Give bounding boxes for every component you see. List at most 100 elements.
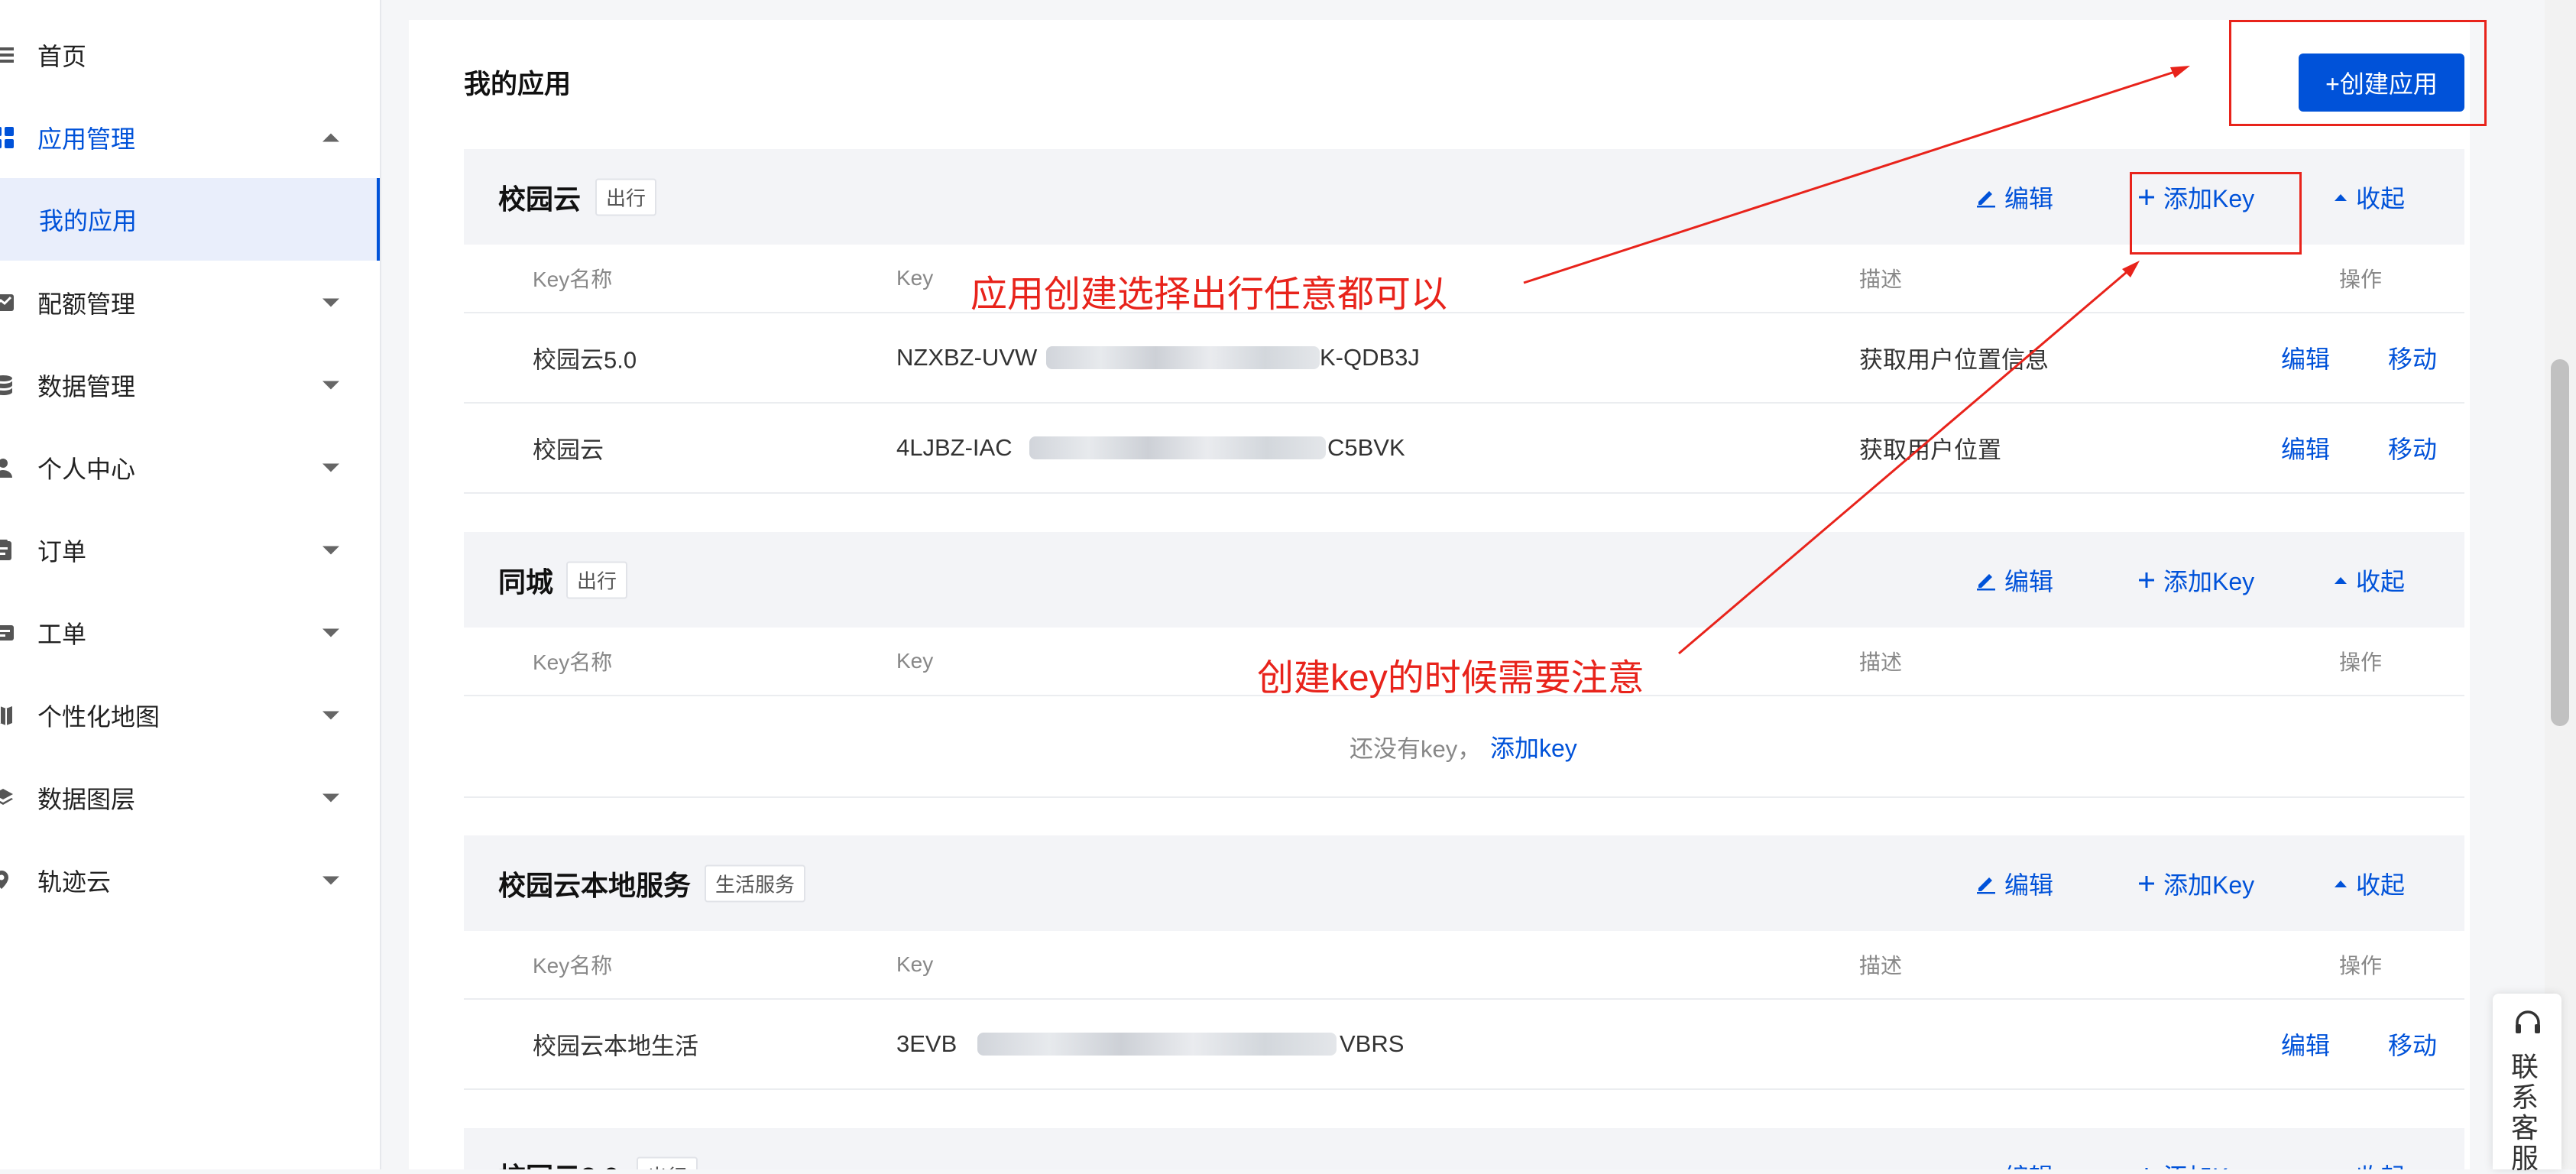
app-name: 校园云3.0: [498, 1156, 619, 1169]
col-desc: 描述: [1859, 954, 1903, 978]
sidebar-item-quota[interactable]: 配额管理: [0, 264, 380, 341]
key-value-start: 4LJBZ-IAC: [896, 434, 1013, 461]
sidebar-item-home[interactable]: 首页: [0, 17, 380, 93]
pencil-icon: [1977, 877, 1995, 893]
sidebar-item-label: 配额管理: [37, 290, 136, 318]
pencil-icon: [1975, 1165, 1997, 1169]
annotation-box-create-app: [2229, 20, 2487, 126]
annotation-text-category: 应用创建选择出行任意都可以: [970, 274, 1448, 315]
order-icon: [0, 540, 11, 560]
plus-icon: [2139, 572, 2154, 588]
chevron-down-icon: [322, 381, 339, 390]
edit-label: 编辑: [2004, 871, 2054, 899]
col-desc: 描述: [1859, 268, 1903, 291]
col-key-name: Key名称: [533, 650, 613, 674]
layers-icon: [0, 789, 13, 805]
edit-app-button[interactable]: 编辑: [1975, 866, 2053, 901]
caret-up-icon: [2335, 193, 2347, 201]
chevron-down-icon: [322, 711, 339, 720]
col-key-name: Key名称: [533, 268, 613, 291]
sidebar-item-my-apps[interactable]: 我的应用: [0, 178, 380, 261]
col-key: Key: [896, 649, 934, 673]
col-op: 操作: [2339, 650, 2383, 674]
collapse-label: 收起: [2356, 1158, 2405, 1169]
key-name: 校园云本地生活: [533, 1033, 698, 1060]
chevron-up-icon: [322, 133, 339, 142]
app-card-header: 同城 出行 编辑 添加Key 收起: [464, 532, 2464, 628]
sidebar-item-label: 个性化地图: [37, 703, 160, 731]
edit-app-button[interactable]: 编辑: [1975, 1158, 2053, 1169]
sidebar-item-custom-map[interactable]: 个性化地图: [0, 677, 380, 754]
edit-app-button[interactable]: 编辑: [1975, 563, 2053, 598]
key-value-end: K-QDB3J: [1320, 344, 1420, 371]
sidebar: 首页 应用管理 我的应用 配额管理 数据管理 个人中心 订单 工单 个性化地图 …: [0, 0, 381, 1169]
add-key-label: 添加Key: [2163, 1158, 2254, 1169]
list-icon: [0, 47, 14, 63]
table-row: 校园云本地生活 3EVB VBRS 编辑 移动: [464, 1000, 2464, 1090]
chevron-down-icon: [322, 628, 339, 637]
contact-service-label: 联系客服: [2511, 1051, 2539, 1174]
contact-service-button[interactable]: 联系客服: [2493, 994, 2561, 1174]
pencil-icon: [1977, 573, 1995, 590]
key-redaction: [977, 1033, 1337, 1056]
add-key-link[interactable]: 添加key: [1490, 729, 1577, 764]
collapse-button[interactable]: 收起: [2333, 563, 2405, 598]
col-op: 操作: [2339, 954, 2383, 978]
sidebar-item-label: 数据图层: [37, 786, 136, 813]
pencil-icon: [1977, 190, 1995, 207]
sidebar-item-label: 个人中心: [37, 456, 136, 483]
sidebar-item-data[interactable]: 数据管理: [0, 347, 380, 423]
sidebar-item-track-cloud[interactable]: 轨迹云: [0, 842, 380, 919]
edit-key-link[interactable]: 编辑: [2281, 340, 2330, 375]
sidebar-item-personal[interactable]: 个人中心: [0, 430, 380, 506]
edit-key-link[interactable]: 编辑: [2281, 430, 2330, 465]
app-tag: 出行: [566, 561, 628, 598]
app-name: 校园云本地服务: [498, 869, 692, 901]
collapse-button[interactable]: 收起: [2333, 180, 2405, 215]
key-desc: 获取用户位置信息: [1859, 346, 2049, 374]
chart-icon: [0, 294, 14, 311]
edit-label: 编辑: [2004, 567, 2054, 595]
key-redaction: [1029, 436, 1326, 459]
page-title: 我的应用: [464, 70, 572, 99]
scrollbar-thumb[interactable]: [2551, 359, 2569, 726]
key-desc: 获取用户位置: [1859, 436, 2001, 464]
caret-up-icon: [2335, 576, 2347, 584]
sidebar-item-label: 应用管理: [37, 125, 136, 153]
edit-label: 编辑: [2004, 184, 2054, 212]
add-key-button[interactable]: 添加Key: [2137, 563, 2254, 598]
collapse-label: 收起: [2356, 871, 2406, 899]
col-op: 操作: [2339, 268, 2383, 291]
table-header: Key名称 Key 描述 操作: [464, 245, 2464, 313]
sidebar-item-label: 首页: [37, 43, 87, 70]
col-key: Key: [896, 952, 934, 976]
add-key-label: 添加Key: [2163, 567, 2255, 595]
move-key-link[interactable]: 移动: [2388, 1026, 2437, 1062]
add-key-label: 添加Key: [2163, 871, 2255, 899]
collapse-label: 收起: [2356, 567, 2406, 595]
add-key-button[interactable]: 添加Key: [2137, 1158, 2254, 1169]
edit-key-link[interactable]: 编辑: [2281, 1026, 2330, 1062]
plus-icon: [2139, 875, 2154, 891]
collapse-button[interactable]: 收起: [2333, 866, 2405, 901]
database-icon: [0, 375, 12, 395]
chevron-down-icon: [322, 298, 339, 307]
app-card-header: 校园云3.0 出行 编辑 添加Key 收起: [464, 1128, 2464, 1169]
chevron-down-icon: [322, 546, 339, 555]
edit-app-button[interactable]: 编辑: [1975, 180, 2053, 215]
move-key-link[interactable]: 移动: [2388, 340, 2437, 375]
sidebar-item-tickets[interactable]: 工单: [0, 595, 380, 671]
app-name: 校园云: [498, 183, 582, 215]
empty-message: 还没有key，: [1350, 735, 1482, 762]
key-redaction: [1046, 346, 1320, 369]
table-row: 校园云5.0 NZXBZ-UVW K-QDB3J 获取用户位置信息 编辑 移动: [464, 313, 2464, 404]
sidebar-item-orders[interactable]: 订单: [0, 512, 380, 589]
sidebar-item-app-management[interactable]: 应用管理: [0, 99, 380, 176]
col-key: Key: [896, 266, 934, 290]
sidebar-item-label: 我的应用: [39, 207, 138, 235]
collapse-button[interactable]: 收起: [2333, 1158, 2405, 1169]
add-key-button[interactable]: 添加Key: [2137, 866, 2254, 901]
move-key-link[interactable]: 移动: [2388, 430, 2437, 465]
sidebar-item-data-layers[interactable]: 数据图层: [0, 760, 380, 836]
col-key-name: Key名称: [533, 954, 613, 978]
